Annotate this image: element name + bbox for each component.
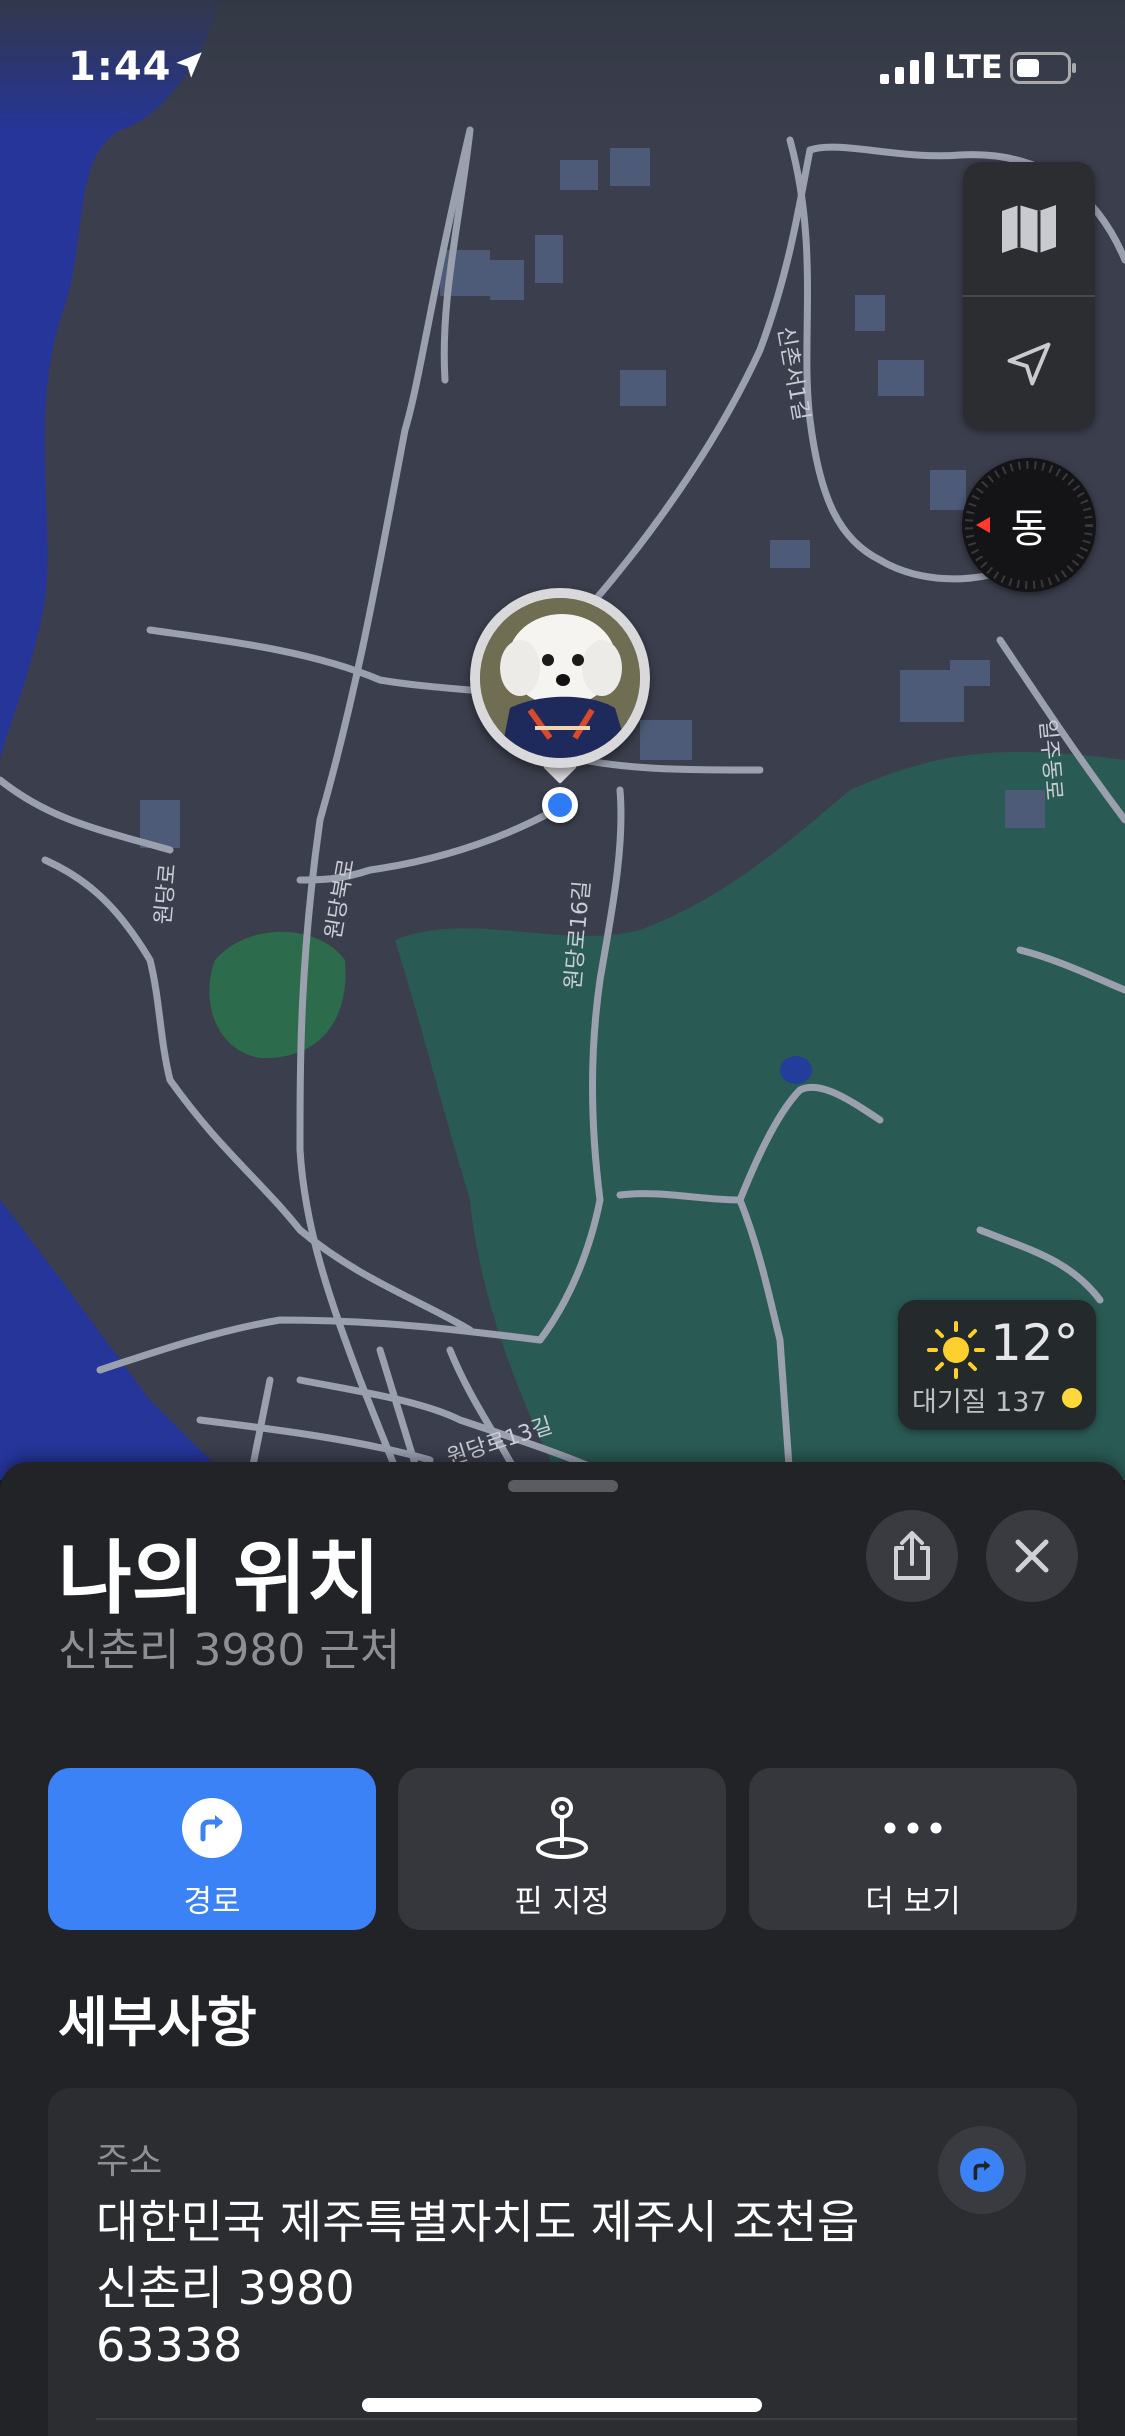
directions-icon [182, 1798, 242, 1858]
close-icon [1015, 1539, 1049, 1573]
address-directions-button[interactable] [938, 2126, 1026, 2214]
road-label: 원당북로 [321, 857, 360, 941]
avatar [480, 598, 640, 758]
more-button[interactable]: 더 보기 [749, 1768, 1077, 1930]
drop-pin-label: 핀 지정 [514, 1884, 610, 1920]
address-card[interactable]: 주소 대한민국 제주특별자치도 제주시 조천읍 신촌리 3980 63338 [48, 2088, 1077, 2436]
details-heading: 세부사항 [58, 1991, 257, 2054]
locate-me-button[interactable] [963, 297, 1095, 430]
road-label: 원당로 [151, 863, 181, 926]
map-mode-button[interactable] [963, 162, 1095, 295]
current-location-dot [542, 787, 578, 823]
network-type: LTE [944, 48, 1003, 86]
battery-icon [1010, 52, 1076, 84]
map-view[interactable]: 신촌서1길 일주동로 원당북로 원당로16길 원당로 원당로13길 [0, 0, 1125, 1480]
drop-pin-button[interactable]: 핀 지정 [398, 1768, 726, 1930]
divider [96, 2418, 1077, 2420]
address-postal-code: 63338 [96, 2318, 243, 2372]
directions-button[interactable]: 경로 [48, 1768, 376, 1930]
air-quality-indicator [1062, 1388, 1082, 1408]
more-label: 더 보기 [865, 1884, 961, 1920]
map-mode-icon [1002, 204, 1056, 253]
share-button[interactable] [866, 1510, 958, 1602]
weather-widget[interactable]: 12° 대기질 137 [898, 1300, 1096, 1430]
address-label: 주소 [96, 2141, 163, 2182]
signal-icon [880, 52, 934, 84]
status-time: 1:44 [68, 44, 172, 90]
home-indicator[interactable] [362, 2398, 762, 2412]
compass[interactable]: 동 [962, 458, 1096, 592]
share-icon [894, 1531, 930, 1580]
ellipsis-icon [884, 1822, 942, 1834]
directions-icon [960, 2148, 1004, 2192]
pin-icon [536, 1797, 588, 1859]
location-arrow-icon [176, 52, 202, 78]
map-controls [963, 162, 1095, 430]
sun-icon [927, 1321, 985, 1379]
place-subtitle: 신촌리 3980 근처 [58, 1625, 401, 1676]
compass-direction: 동 [1010, 506, 1048, 552]
sheet-grabber[interactable] [508, 1480, 618, 1492]
address-line: 대한민국 제주특별자치도 제주시 조천읍 [96, 2195, 860, 2249]
user-avatar-pin[interactable] [470, 588, 650, 768]
location-arrow-icon [1007, 342, 1051, 385]
place-title: 나의 위치 [58, 1532, 381, 1625]
place-sheet[interactable]: 나의 위치 신촌리 3980 근처 경로 핀 지정 더 보기 세부사항 주소 대… [0, 1462, 1125, 2436]
address-line: 신촌리 3980 [96, 2261, 355, 2315]
air-quality-label: 대기질 137 [912, 1387, 1047, 1418]
weather-temperature: 12° [990, 1314, 1079, 1372]
close-button[interactable] [986, 1510, 1078, 1602]
directions-label: 경로 [183, 1884, 241, 1920]
status-bar: 1:44 LTE [0, 0, 1125, 135]
